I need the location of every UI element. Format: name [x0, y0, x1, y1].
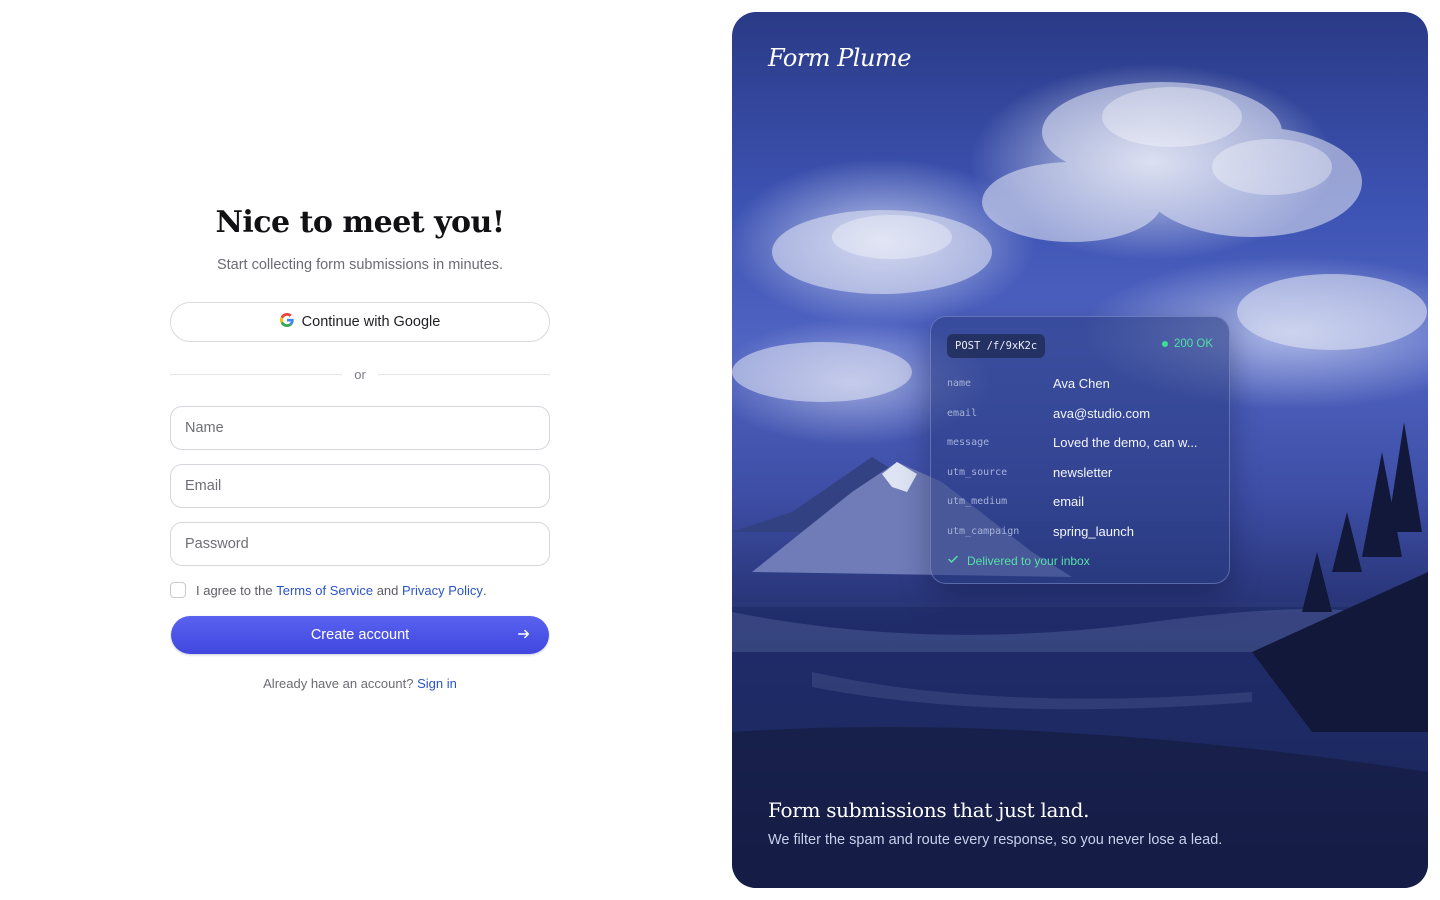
divider-line: [170, 373, 343, 375]
google-icon: [279, 313, 294, 331]
field-value: Loved the demo, can w...: [1053, 435, 1198, 451]
field-key: utm_source: [947, 466, 1008, 478]
signin-prompt-text: Already have an account?: [263, 676, 414, 691]
divider-line: [377, 373, 550, 375]
agree-prefix: I agree to the: [196, 582, 273, 598]
field-value: newsletter: [1053, 464, 1113, 480]
status-label: 200 OK: [1174, 338, 1213, 350]
agree-and: and: [376, 582, 399, 598]
request-endpoint-badge: POST /f/9xK2c: [947, 334, 1046, 358]
password-input[interactable]: [170, 522, 550, 566]
submission-fields: name Ava Chen email ava@studio.com message…: [947, 369, 1217, 546]
create-account-button[interactable]: Create account: [171, 616, 549, 654]
delivery-label: Delivered to your inbox: [967, 553, 1090, 568]
field-row: utm_campaign spring_launch: [947, 517, 1217, 547]
create-account-label: Create account: [310, 627, 410, 643]
hero-tagline: Form submissions that just land.: [768, 798, 1090, 822]
field-key: message: [947, 437, 990, 449]
terms-checkbox[interactable]: [170, 582, 186, 598]
field-value: email: [1053, 494, 1085, 510]
brand-logo: Form Plume: [768, 44, 911, 72]
divider-label: or: [354, 366, 366, 382]
email-input[interactable]: [170, 464, 550, 508]
field-key: email: [947, 407, 978, 419]
delivery-status: Delivered to your inbox: [947, 553, 1090, 568]
field-row: name Ava Chen: [947, 369, 1217, 399]
field-row: email ava@studio.com: [947, 399, 1217, 429]
status-indicator: 200 OK: [1162, 338, 1213, 350]
signup-form: Nice to meet you! Start collecting form …: [170, 200, 550, 691]
terms-agreement: I agree to the Terms of Service and Priv…: [170, 582, 550, 598]
field-value: Ava Chen: [1053, 376, 1110, 392]
arrow-right-icon: [517, 627, 531, 641]
check-icon: [947, 553, 959, 568]
field-key: name: [947, 378, 972, 390]
field-row: utm_source newsletter: [947, 458, 1217, 488]
hero-panel: Form Plume POST /f/9xK2c 200 OK name Ava …: [732, 12, 1428, 888]
privacy-policy-link[interactable]: Privacy Policy: [402, 583, 483, 598]
signup-panel: Nice to meet you! Start collecting form …: [0, 0, 720, 900]
field-value: ava@studio.com: [1053, 405, 1151, 421]
hero-tagline-subtext: We filter the spam and route every respo…: [768, 832, 1223, 848]
submission-card: POST /f/9xK2c 200 OK name Ava Chen email a…: [930, 316, 1230, 584]
signin-prompt: Already have an account? Sign in: [170, 676, 550, 691]
field-row: message Loved the demo, can w...: [947, 428, 1217, 458]
page-title: Nice to meet you!: [215, 205, 505, 240]
page-subtitle: Start collecting form submissions in min…: [216, 257, 504, 273]
agree-suffix: .: [482, 582, 487, 598]
or-divider: or: [170, 364, 550, 384]
continue-with-google-button[interactable]: Continue with Google: [170, 302, 550, 342]
terms-of-service-link[interactable]: Terms of Service: [276, 583, 373, 598]
field-value: spring_launch: [1053, 523, 1134, 539]
status-dot-icon: [1162, 341, 1168, 347]
sign-in-link[interactable]: Sign in: [417, 676, 457, 691]
google-button-label: Continue with Google: [301, 314, 441, 330]
field-key: utm_medium: [947, 496, 1008, 508]
field-row: utm_medium email: [947, 487, 1217, 517]
field-key: utm_campaign: [947, 525, 1020, 537]
name-input[interactable]: [170, 406, 550, 450]
